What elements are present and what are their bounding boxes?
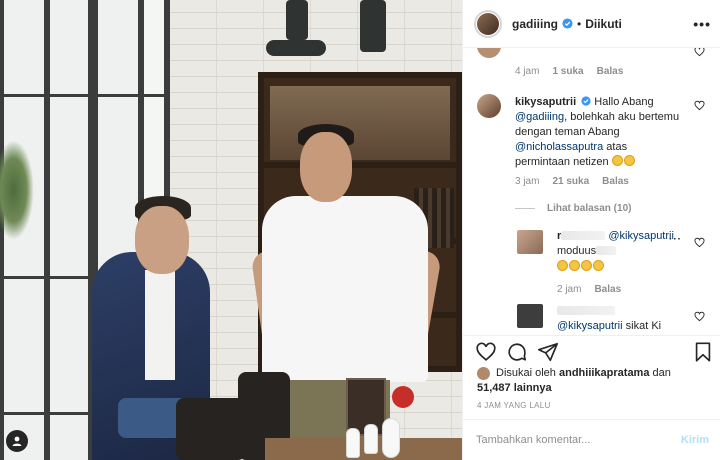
likes-prefix: Disukai oleh xyxy=(496,367,556,379)
user-tag-icon[interactable] xyxy=(6,430,28,452)
header-username[interactable]: gadiiing xyxy=(512,17,558,31)
view-replies[interactable]: Lihat balasan (10) xyxy=(515,203,631,214)
avatar[interactable] xyxy=(477,367,490,380)
reply-time[interactable]: 2 jam xyxy=(557,284,581,295)
avatar[interactable] xyxy=(474,9,502,38)
post-header: gadiiing • Diikuti ••• xyxy=(463,0,720,48)
comment-likes[interactable]: 21 suka xyxy=(552,176,589,187)
action-bar xyxy=(463,335,720,363)
verified-badge-icon xyxy=(562,18,573,29)
avatar[interactable] xyxy=(517,230,543,254)
comment-icon[interactable] xyxy=(506,341,528,363)
mention-link[interactable]: @nicholassaputra xyxy=(515,141,603,153)
laugh-emoji-icon xyxy=(557,260,568,271)
heart-icon[interactable] xyxy=(694,311,705,322)
mention-link[interactable]: @kikysaputrii xyxy=(557,320,623,332)
avatar[interactable] xyxy=(477,94,501,118)
grin-emoji-icon xyxy=(611,155,623,166)
reply-text: sikat Ki xyxy=(625,320,662,332)
comment-likes[interactable]: 1 suka xyxy=(552,66,583,77)
flower xyxy=(392,386,414,408)
post-timestamp[interactable]: 4 JAM YANG LALU xyxy=(477,401,551,410)
comment-username[interactable]: kikysaputrii xyxy=(515,96,576,108)
salt-shaker xyxy=(346,428,360,458)
bookmark-icon[interactable] xyxy=(692,341,714,363)
likes-user[interactable]: andhiiikapratama xyxy=(559,367,649,379)
lamp xyxy=(360,0,386,52)
likes-summary: Disukai oleh andhiiikapratama dan 51,487… xyxy=(477,366,707,396)
heart-icon[interactable] xyxy=(694,48,705,57)
reply-button[interactable]: Balas xyxy=(597,66,624,77)
plant xyxy=(0,140,34,240)
paper-plane-icon[interactable] xyxy=(537,341,559,363)
grin-emoji-icon xyxy=(593,260,604,271)
separator-dot: • xyxy=(577,16,582,31)
more-options-icon[interactable]: ··· xyxy=(669,234,682,245)
divider xyxy=(515,208,535,209)
blurred-username xyxy=(557,306,615,315)
verified-badge-icon xyxy=(581,96,591,106)
heart-icon[interactable] xyxy=(694,100,705,111)
grin-emoji-icon xyxy=(623,155,635,166)
vase xyxy=(382,418,400,458)
likes-count[interactable]: 51,487 xyxy=(477,382,511,394)
avatar[interactable] xyxy=(477,48,501,58)
post-side-panel: gadiiing • Diikuti ••• 4 jam 1 suka Bala… xyxy=(462,0,720,460)
view-replies-label[interactable]: Lihat balasan (10) xyxy=(547,203,631,214)
comment-time[interactable]: 3 jam xyxy=(515,176,539,187)
lamp xyxy=(286,0,308,40)
reply-button[interactable]: Balas xyxy=(602,176,629,187)
reply-button[interactable]: Balas xyxy=(594,284,621,295)
comment-text: Hallo Abang xyxy=(594,96,654,108)
heart-icon[interactable] xyxy=(694,237,705,248)
likes-joiner: dan xyxy=(652,367,671,379)
chair xyxy=(176,398,246,460)
avatar[interactable] xyxy=(517,304,543,328)
laugh-emoji-icon xyxy=(581,260,592,271)
pepper-shaker xyxy=(364,424,378,454)
comment-input[interactable] xyxy=(476,434,681,446)
post-photo[interactable] xyxy=(0,0,462,460)
mention-link[interactable]: @gadiiing xyxy=(515,111,564,123)
comments-list[interactable]: 4 jam 1 suka Balas kikysaputrii Hallo Ab… xyxy=(463,48,720,335)
likes-suffix[interactable]: lainnya xyxy=(514,382,552,394)
comment-time[interactable]: 4 jam xyxy=(515,66,539,77)
person-right xyxy=(262,196,428,382)
more-options-icon[interactable]: ••• xyxy=(693,16,711,32)
comment-composer: Kirim xyxy=(463,419,720,460)
heart-icon[interactable] xyxy=(475,341,497,363)
follow-status[interactable]: Diikuti xyxy=(585,17,622,31)
reply-text: moduus xyxy=(557,245,597,257)
mention-link[interactable]: @kikysaputrii xyxy=(608,230,674,242)
post-button[interactable]: Kirim xyxy=(681,434,709,446)
blurred-username xyxy=(561,231,606,240)
laugh-emoji-icon xyxy=(569,260,580,271)
